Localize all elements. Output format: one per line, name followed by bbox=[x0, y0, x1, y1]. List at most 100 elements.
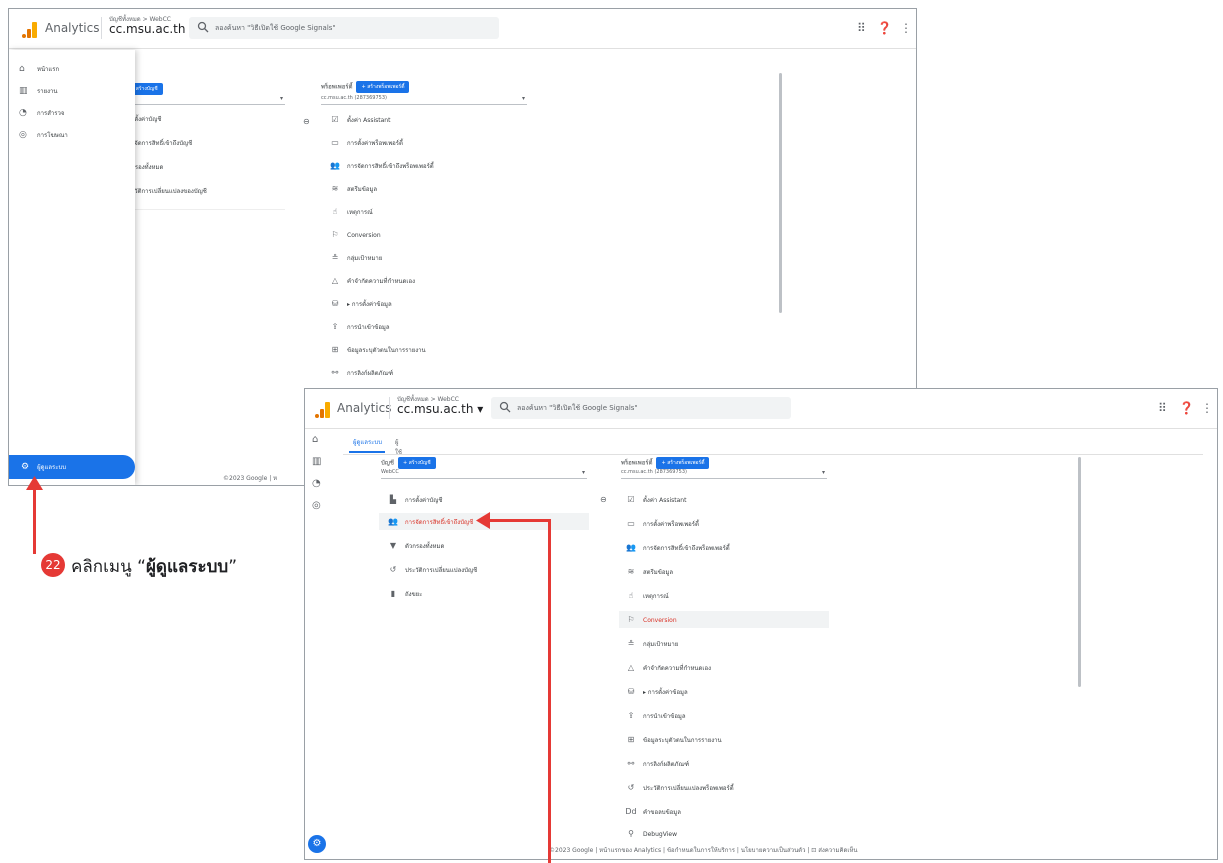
database-icon: ⛁ bbox=[627, 687, 635, 696]
home-icon[interactable]: ⌂ bbox=[312, 434, 318, 445]
property-menu-item[interactable]: ⚐ Conversion bbox=[625, 613, 676, 627]
nav-drawer: ⌂ หน้าแรก ▥ รายงาน ◔ การสำรวจ ◎ การโฆษณา ⚙ ผู… bbox=[9, 50, 135, 485]
header: Analytics บัญชีทั้งหมด > WebCC cc.msu.ac… bbox=[9, 9, 916, 49]
account-menu-item[interactable]: ↺ ประวัติการเปลี่ยนแปลงบัญชี bbox=[387, 563, 478, 577]
property-menu-item[interactable]: ☝ เหตุการณ์ bbox=[625, 589, 669, 603]
touch-icon: ☝ bbox=[628, 591, 634, 600]
step-instruction: คลิกเมนู “ผู้ดูแลระบบ” bbox=[71, 557, 237, 577]
more-vert-icon[interactable]: ⋮ bbox=[1201, 401, 1213, 415]
property-column: พร็อพเพอร์ตี้ + สร้างพร็อพเพอร์ตี้ cc.msu… bbox=[303, 69, 784, 389]
property-selector[interactable]: cc.msu.ac.th ▾ bbox=[109, 22, 195, 36]
nav-item-reports[interactable]: ▥ รายงาน bbox=[19, 86, 58, 96]
account-menu-item[interactable]: ▼ ตัวกรองทั้งหมด bbox=[387, 539, 444, 553]
property-menu-item[interactable]: ⚲ DebugView bbox=[625, 829, 677, 839]
bar-chart-icon: ▥ bbox=[19, 86, 28, 96]
account-access-item[interactable]: 👥 การจัดการสิทธิ์เข้าถึงบัญชี bbox=[387, 515, 473, 529]
search-box[interactable]: ลองค้นหา "วิธีเปิดใช้ Google Signals" bbox=[189, 17, 499, 39]
collapse-icon[interactable]: ⊖ bbox=[303, 117, 310, 126]
brand-name: Analytics bbox=[337, 401, 392, 415]
check-box-icon: ☑ bbox=[627, 495, 635, 504]
property-menu-item[interactable]: ⊞ ข้อมูลระบุตัวตนในการรายงาน bbox=[625, 733, 722, 747]
people-icon: 👥 bbox=[626, 543, 636, 552]
account-select[interactable]: WebCC ▾ bbox=[381, 469, 587, 479]
property-select[interactable]: cc.msu.ac.th (287369753) ▾ bbox=[321, 95, 527, 105]
nav-item-advertising[interactable]: ◎ การโฆษณา bbox=[19, 130, 68, 140]
property-menu-item[interactable]: ⚐ Conversion bbox=[329, 228, 380, 242]
explore-icon[interactable]: ◔ bbox=[312, 478, 321, 489]
admin-tabs: ผู้ดูแลระบบ ผู้ใช้ bbox=[343, 437, 403, 456]
property-menu-item[interactable]: ≋ สตรีมข้อมูล bbox=[329, 182, 377, 196]
property-menu-item[interactable]: ≋ สตรีมข้อมูล bbox=[625, 565, 673, 579]
building-icon: ▙ bbox=[389, 495, 397, 504]
property-menu-item[interactable]: 👥 การจัดการสิทธิ์เข้าถึงพร็อพเพอร์ตี้ bbox=[329, 159, 434, 173]
bar-chart-icon[interactable]: ▥ bbox=[312, 456, 321, 467]
trash-icon: ▮ bbox=[390, 589, 396, 598]
property-menu-item[interactable]: ☑ ตั้งค่า Assistant bbox=[625, 493, 686, 507]
history-icon: ↺ bbox=[389, 565, 397, 574]
property-menu-item[interactable]: ▭ การตั้งค่าพร็อพเพอร์ตี้ bbox=[625, 517, 699, 531]
property-menu-item[interactable]: ⛁ ▸ การตั้งค่าข้อมูล bbox=[625, 685, 688, 699]
create-account-button[interactable]: + สร้างบัญชี bbox=[398, 457, 436, 469]
property-menu-item[interactable]: ↺ ประวัติการเปลี่ยนแปลงพร็อพเพอร์ตี้ bbox=[625, 781, 734, 795]
footer-text: ©2023 Google | หน้าแรกของ Analytics | ข้… bbox=[549, 847, 858, 854]
audience-icon: ≗ bbox=[627, 639, 635, 648]
create-property-button[interactable]: + สร้างพร็อพเพอร์ตี้ bbox=[656, 457, 710, 469]
flag-icon: ⚐ bbox=[627, 615, 635, 624]
search-icon bbox=[499, 401, 511, 413]
create-property-button[interactable]: + สร้างพร็อพเพอร์ตี้ bbox=[356, 81, 410, 93]
identity-icon: ⊞ bbox=[627, 735, 635, 744]
apps-grid-icon[interactable]: ⠿ bbox=[1158, 401, 1167, 415]
property-menu-item[interactable]: ⚯ การลิงก์ผลิตภัณฑ์ bbox=[625, 757, 689, 771]
property-select[interactable]: cc.msu.ac.th (287369753) ▾ bbox=[621, 469, 827, 479]
property-menu-item[interactable]: ⇪ การนำเข้าข้อมูล bbox=[329, 320, 390, 334]
arrow-up-icon bbox=[26, 476, 43, 490]
property-menu-item[interactable]: △ คำจำกัดความที่กำหนดเอง bbox=[625, 661, 711, 675]
search-placeholder: ลองค้นหา "วิธีเปิดใช้ Google Signals" bbox=[215, 24, 336, 32]
account-column: บัญชี + สร้างบัญชี WebCC ▾ ▙ การตั้งค่าบัญช… bbox=[357, 455, 597, 655]
property-menu-item[interactable]: Dd คำขอลบข้อมูล bbox=[625, 805, 681, 819]
analytics-logo-icon bbox=[22, 22, 38, 38]
gear-icon[interactable]: ⚙ bbox=[308, 835, 326, 853]
property-menu-item[interactable]: ≗ กลุ่มเป้าหมาย bbox=[329, 251, 383, 265]
search-box[interactable]: ลองค้นหา "วิธีเปิดใช้ Google Signals" bbox=[491, 397, 791, 419]
annotation-arrow bbox=[33, 488, 36, 554]
property-menu-item[interactable]: ⛁ ▸ การตั้งค่าข้อมูล bbox=[329, 297, 392, 311]
property-menu-item[interactable]: △ คำจำกัดความที่กำหนดเอง bbox=[329, 274, 415, 288]
scrollbar[interactable] bbox=[1078, 457, 1081, 687]
property-menu-item[interactable]: ⇪ การนำเข้าข้อมูล bbox=[625, 709, 686, 723]
people-icon: 👥 bbox=[388, 517, 398, 526]
dd-icon: Dd bbox=[625, 807, 637, 816]
property-menu-item[interactable]: ☑ ตั้งค่า Assistant bbox=[329, 113, 390, 127]
property-menu-item[interactable]: ▭ การตั้งค่าพร็อพเพอร์ตี้ bbox=[329, 136, 403, 150]
nav-item-explore[interactable]: ◔ การสำรวจ bbox=[19, 108, 64, 118]
property-menu-item[interactable]: ⚯ การลิงก์ผลิตภัณฑ์ bbox=[329, 366, 393, 380]
account-menu-item[interactable]: ▮ ถังขยะ bbox=[387, 587, 423, 601]
nav-item-home[interactable]: ⌂ หน้าแรก bbox=[19, 64, 59, 74]
tab-admin[interactable]: ผู้ดูแลระบบ bbox=[353, 437, 382, 447]
property-selector[interactable]: cc.msu.ac.th ▾ bbox=[397, 402, 483, 416]
ads-icon[interactable]: ◎ bbox=[312, 500, 321, 511]
search-placeholder: ลองค้นหา "วิธีเปิดใช้ Google Signals" bbox=[517, 404, 638, 412]
footer-text: ©2023 Google | ห bbox=[223, 475, 278, 482]
collapse-icon[interactable]: ⊖ bbox=[600, 495, 607, 504]
apps-grid-icon[interactable]: ⠿ bbox=[857, 21, 866, 35]
more-vert-icon[interactable]: ⋮ bbox=[900, 21, 912, 35]
history-icon: ↺ bbox=[627, 783, 635, 792]
property-menu-item[interactable]: ≗ กลุ่มเป้าหมาย bbox=[625, 637, 679, 651]
help-icon[interactable]: ❓ bbox=[1179, 401, 1194, 415]
property-menu-item[interactable]: ⊞ ข้อมูลระบุตัวตนในการรายงาน bbox=[329, 343, 426, 357]
scrollbar[interactable] bbox=[779, 73, 782, 313]
help-icon[interactable]: ❓ bbox=[877, 21, 892, 35]
upload-icon: ⇪ bbox=[627, 711, 635, 720]
link-icon: ⚯ bbox=[627, 759, 635, 768]
analytics-logo-icon bbox=[315, 402, 331, 418]
account-menu-item[interactable]: ประวัติการเปลี่ยนแปลงของบัญชี bbox=[124, 185, 207, 199]
property-menu-item[interactable]: ☝ เหตุการณ์ bbox=[329, 205, 373, 219]
annotation-arrow bbox=[548, 520, 551, 863]
search-icon bbox=[197, 21, 209, 33]
header: Analytics บัญชีทั้งหมด > WebCC cc.msu.ac… bbox=[305, 389, 1217, 429]
nav-rail: ⌂ ▥ ◔ ◎ ⚙ bbox=[305, 430, 331, 859]
account-menu-item[interactable]: ▙ การตั้งค่าบัญชี bbox=[387, 493, 443, 507]
account-select[interactable]: ▾ bbox=[119, 95, 285, 105]
property-menu-item[interactable]: 👥 การจัดการสิทธิ์เข้าถึงพร็อพเพอร์ตี้ bbox=[625, 541, 730, 555]
